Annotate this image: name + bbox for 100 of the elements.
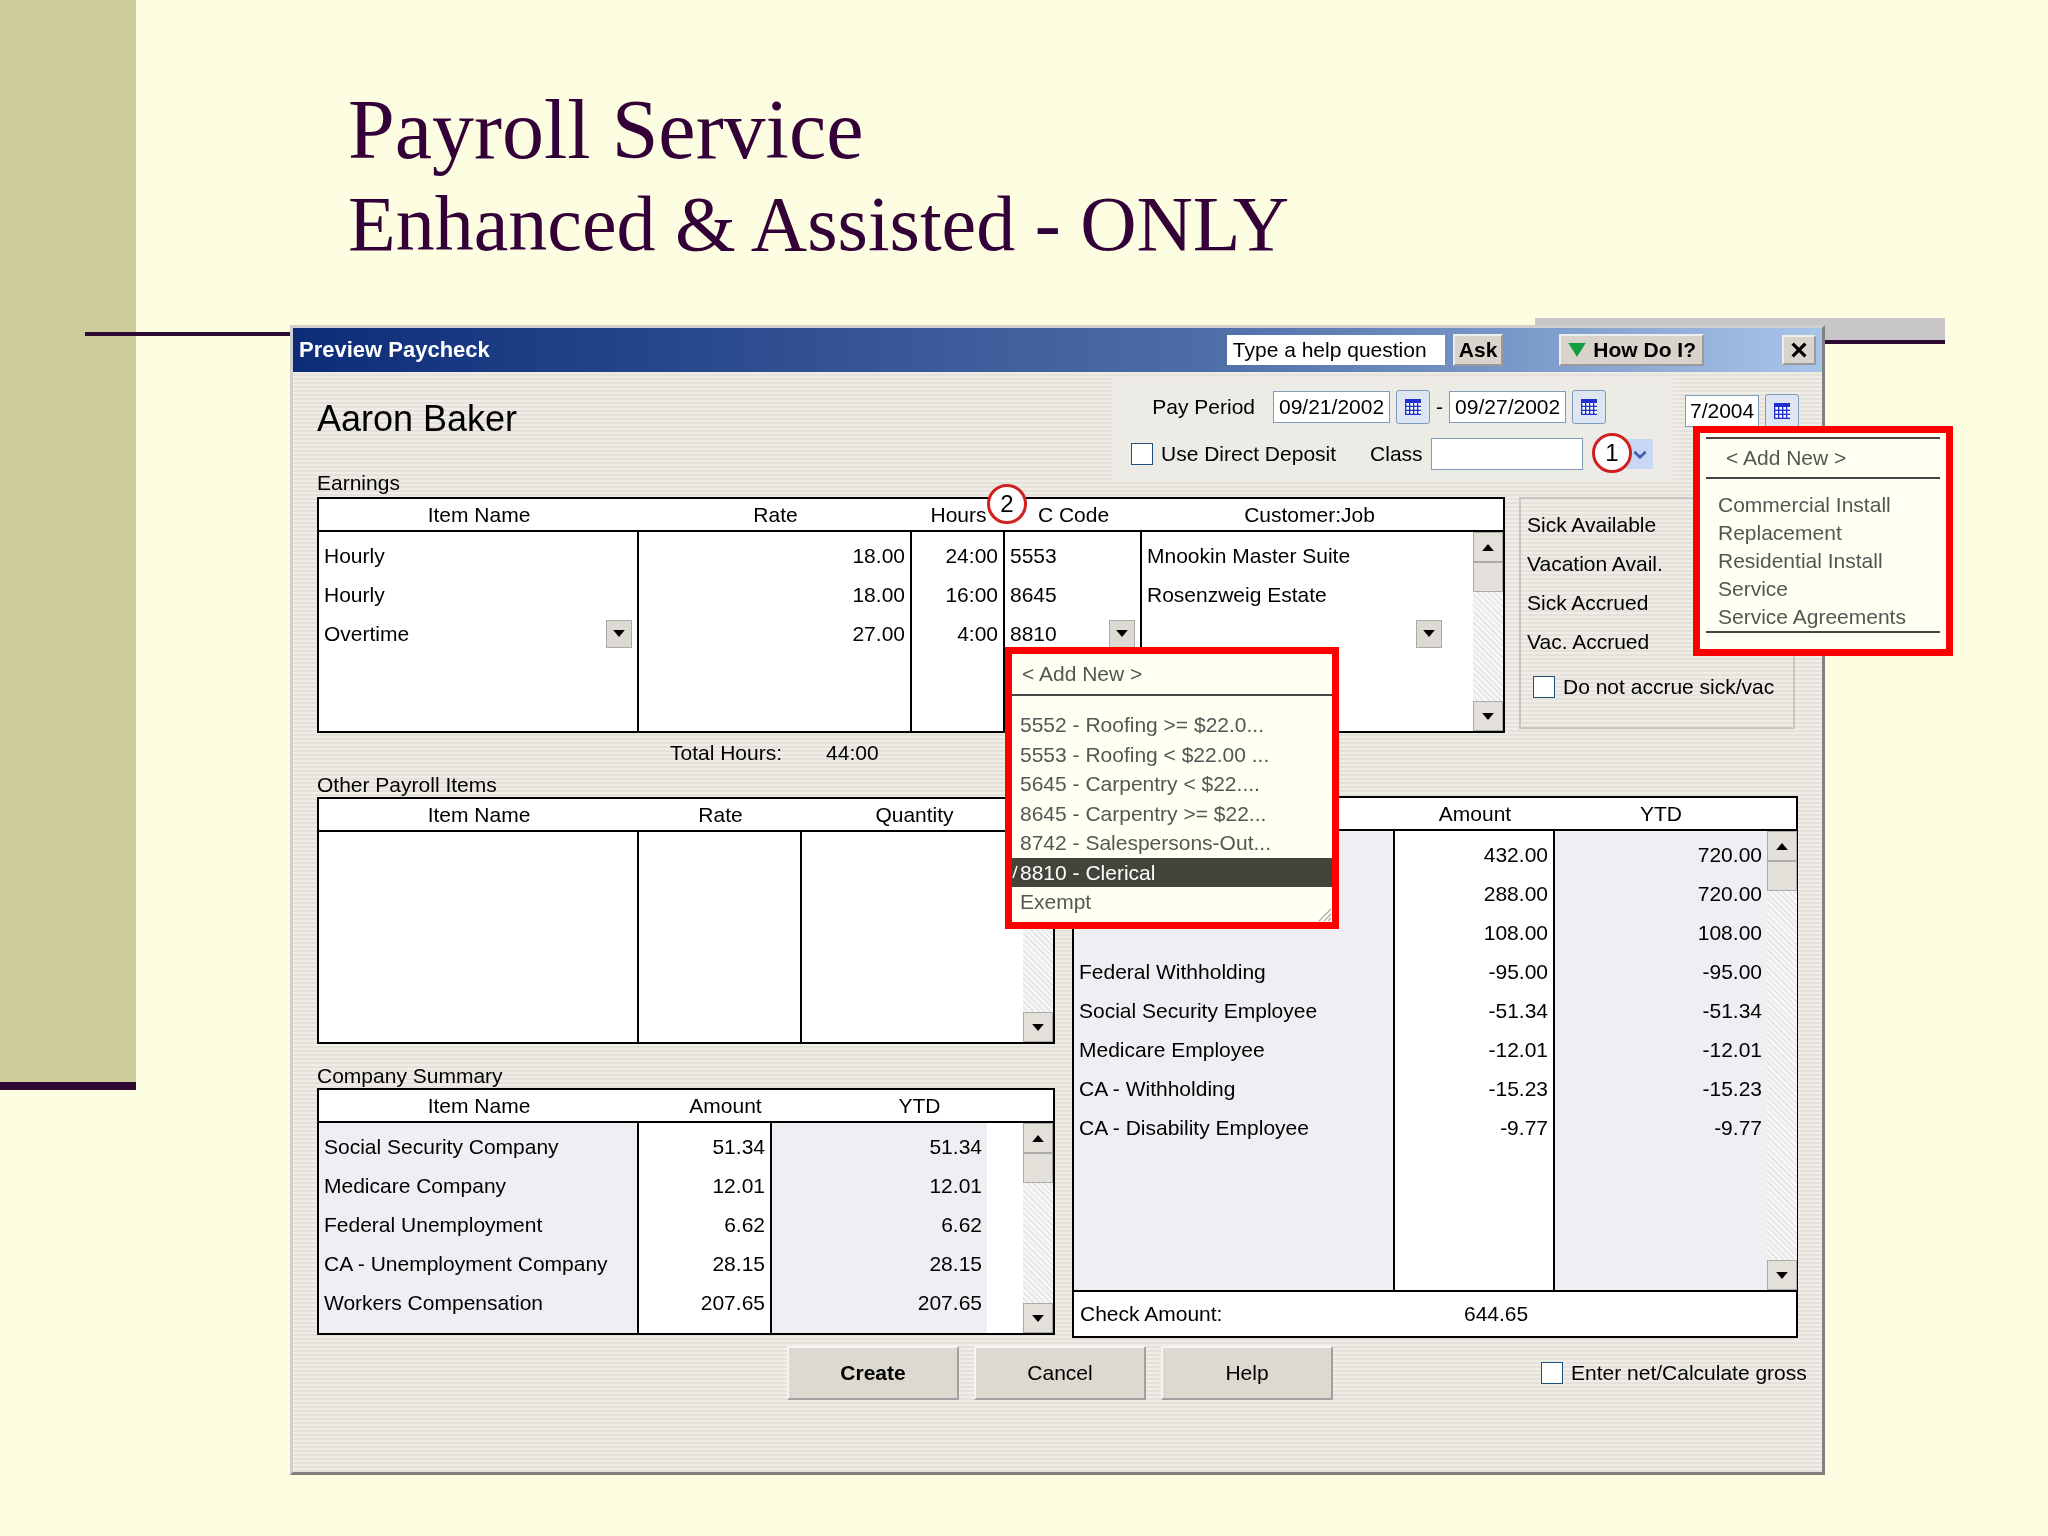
- column-header: YTD: [897, 1093, 942, 1119]
- table-cell-text: 5553: [1009, 542, 1058, 569]
- table-cell-text: 51.34: [711, 1133, 766, 1160]
- dropdown-item[interactable]: Service Agreements: [1706, 603, 1940, 633]
- table-cell-text: 432.00: [1482, 841, 1549, 868]
- dropdown-item[interactable]: Exempt: [1012, 887, 1332, 917]
- dropdown-item[interactable]: Residential Install: [1706, 547, 1940, 575]
- accrual-label: Sick Accrued: [1527, 590, 1649, 616]
- field-label: Class: [1370, 442, 1423, 466]
- table-cell-text: 720.00: [1696, 841, 1763, 868]
- dropdown-item[interactable]: Commercial Install: [1706, 491, 1940, 519]
- total-hours-label: Total Hours:: [670, 741, 783, 765]
- calendar-button[interactable]: [1765, 394, 1800, 428]
- down-arrow-icon: [1423, 630, 1435, 637]
- dropdown-item[interactable]: 5552 - Roofing >= $22.0...: [1012, 710, 1332, 740]
- table-cell-text: -15.23: [1487, 1075, 1549, 1102]
- check-icon: [1012, 865, 1018, 880]
- triangle-icon: [1567, 343, 1588, 357]
- table-cell-text: 27.00: [851, 620, 906, 647]
- down-arrow-icon: [1776, 1271, 1788, 1279]
- checkbox-label: Do not accrue sick/vac: [1563, 675, 1775, 699]
- slide-subtitle: Enhanced & Assisted - ONLY: [348, 179, 1291, 269]
- help-search-field[interactable]: Type a help question: [1226, 335, 1445, 365]
- table-cell: Federal Withholding: [1079, 959, 1266, 984]
- dropdown-item[interactable]: < Add New >: [1012, 654, 1332, 696]
- table-cell-text: 24:00: [944, 542, 999, 569]
- accrual-label: Vacation Avail.: [1527, 551, 1663, 577]
- column-header: Amount: [1437, 801, 1513, 827]
- close-button[interactable]: [1782, 335, 1816, 365]
- scrollbar[interactable]: [1023, 1123, 1053, 1333]
- scroll-thumb[interactable]: [1023, 1153, 1053, 1183]
- check-amount-value: 644.65: [1464, 1302, 1529, 1326]
- dropdown-item[interactable]: 8810 - Clerical: [1012, 857, 1332, 887]
- table-cell-text: -9.77: [1499, 1114, 1549, 1141]
- dropdown-item[interactable]: 5645 - Carpentry < $22....: [1012, 769, 1332, 799]
- table-cell-text: Workers Compensation: [323, 1289, 545, 1316]
- checkbox[interactable]: [1533, 676, 1555, 698]
- table-cell-text: -12.01: [1487, 1036, 1549, 1063]
- column-header: C Code: [1037, 503, 1110, 526]
- table-cell-text: 8645: [1009, 581, 1058, 608]
- table-cell-text: 4:00: [956, 620, 999, 647]
- dropdown-button[interactable]: [606, 619, 632, 648]
- dropdown-item[interactable]: 8742 - Salespersons-Out...: [1012, 828, 1332, 858]
- table-cell-text: -12.01: [1701, 1036, 1763, 1063]
- down-arrow-icon: [1032, 1023, 1044, 1031]
- dropdown-item[interactable]: < Add New >: [1706, 437, 1940, 479]
- table-cell-text: 12.01: [928, 1172, 983, 1199]
- dropdown-button[interactable]: [1109, 619, 1135, 648]
- date-field[interactable]: 7/2004: [1685, 395, 1760, 427]
- table-cell-text: 28.15: [711, 1250, 766, 1277]
- dialog-button[interactable]: Create: [787, 1346, 959, 1400]
- scrollbar[interactable]: [1473, 532, 1503, 731]
- table-cell-text: 6.62: [940, 1211, 983, 1238]
- table-cell-text: 108.00: [1482, 919, 1549, 946]
- table-cell-text: 288.00: [1482, 880, 1549, 907]
- field-label: Pay Period: [1151, 395, 1255, 419]
- dropdown-item[interactable]: Replacement: [1706, 519, 1940, 547]
- table-cell-text: Hourly: [323, 542, 386, 569]
- employee-name: Aaron Baker: [317, 398, 519, 440]
- ask-button[interactable]: Ask: [1452, 334, 1504, 366]
- table-cell: Medicare Employee: [1079, 1037, 1265, 1062]
- checkbox[interactable]: [1131, 443, 1153, 465]
- column-header: Rate: [753, 503, 798, 526]
- table-cell-text: 720.00: [1696, 880, 1763, 907]
- section-label: Earnings: [317, 471, 400, 495]
- column-header: Hours: [930, 503, 987, 526]
- dropdown-item[interactable]: Service: [1706, 575, 1940, 603]
- total-hours-value: 44:00: [826, 741, 879, 765]
- table-cell-text: -95.00: [1487, 958, 1549, 985]
- down-arrow-icon: [613, 630, 625, 637]
- dropdown-button[interactable]: [1416, 619, 1442, 648]
- calendar-button[interactable]: [1572, 390, 1607, 424]
- column-header: Item Name: [426, 802, 532, 828]
- dialog-button[interactable]: Cancel: [974, 1346, 1146, 1400]
- how-do-i-button[interactable]: How Do I?: [1559, 334, 1704, 366]
- checkbox[interactable]: [1541, 1362, 1563, 1384]
- date-field[interactable]: 09/27/2002: [1449, 391, 1567, 423]
- scroll-thumb[interactable]: [1767, 861, 1797, 891]
- column-header: Rate: [697, 802, 744, 828]
- scrollbar[interactable]: [1767, 831, 1797, 1290]
- date-field[interactable]: 09/21/2002: [1273, 391, 1391, 423]
- class-field[interactable]: [1430, 438, 1583, 470]
- column-header: YTD: [1639, 801, 1683, 827]
- column-header: Amount: [688, 1093, 763, 1119]
- up-arrow-icon: [1776, 842, 1788, 850]
- calendar-button[interactable]: [1396, 390, 1431, 424]
- chevron-down-icon: [1632, 449, 1647, 459]
- table-cell-text: 207.65: [916, 1289, 983, 1316]
- table-cell-text: -51.34: [1701, 997, 1763, 1024]
- table-cell: CA - Withholding: [1079, 1076, 1236, 1101]
- down-arrow-icon: [1032, 1314, 1044, 1322]
- down-arrow-icon: [1482, 712, 1494, 720]
- dialog-button[interactable]: Help: [1161, 1346, 1333, 1400]
- table-cell-text: 207.65: [699, 1289, 766, 1316]
- section-label: Other Payroll Items: [317, 773, 497, 797]
- dropdown-item[interactable]: 8645 - Carpentry >= $22...: [1012, 798, 1332, 828]
- check-amount-label: Check Amount:: [1080, 1302, 1224, 1326]
- dropdown-item[interactable]: 5553 - Roofing < $22.00 ...: [1012, 739, 1332, 769]
- scroll-thumb[interactable]: [1473, 562, 1503, 592]
- table-cell-text: 28.15: [928, 1250, 983, 1277]
